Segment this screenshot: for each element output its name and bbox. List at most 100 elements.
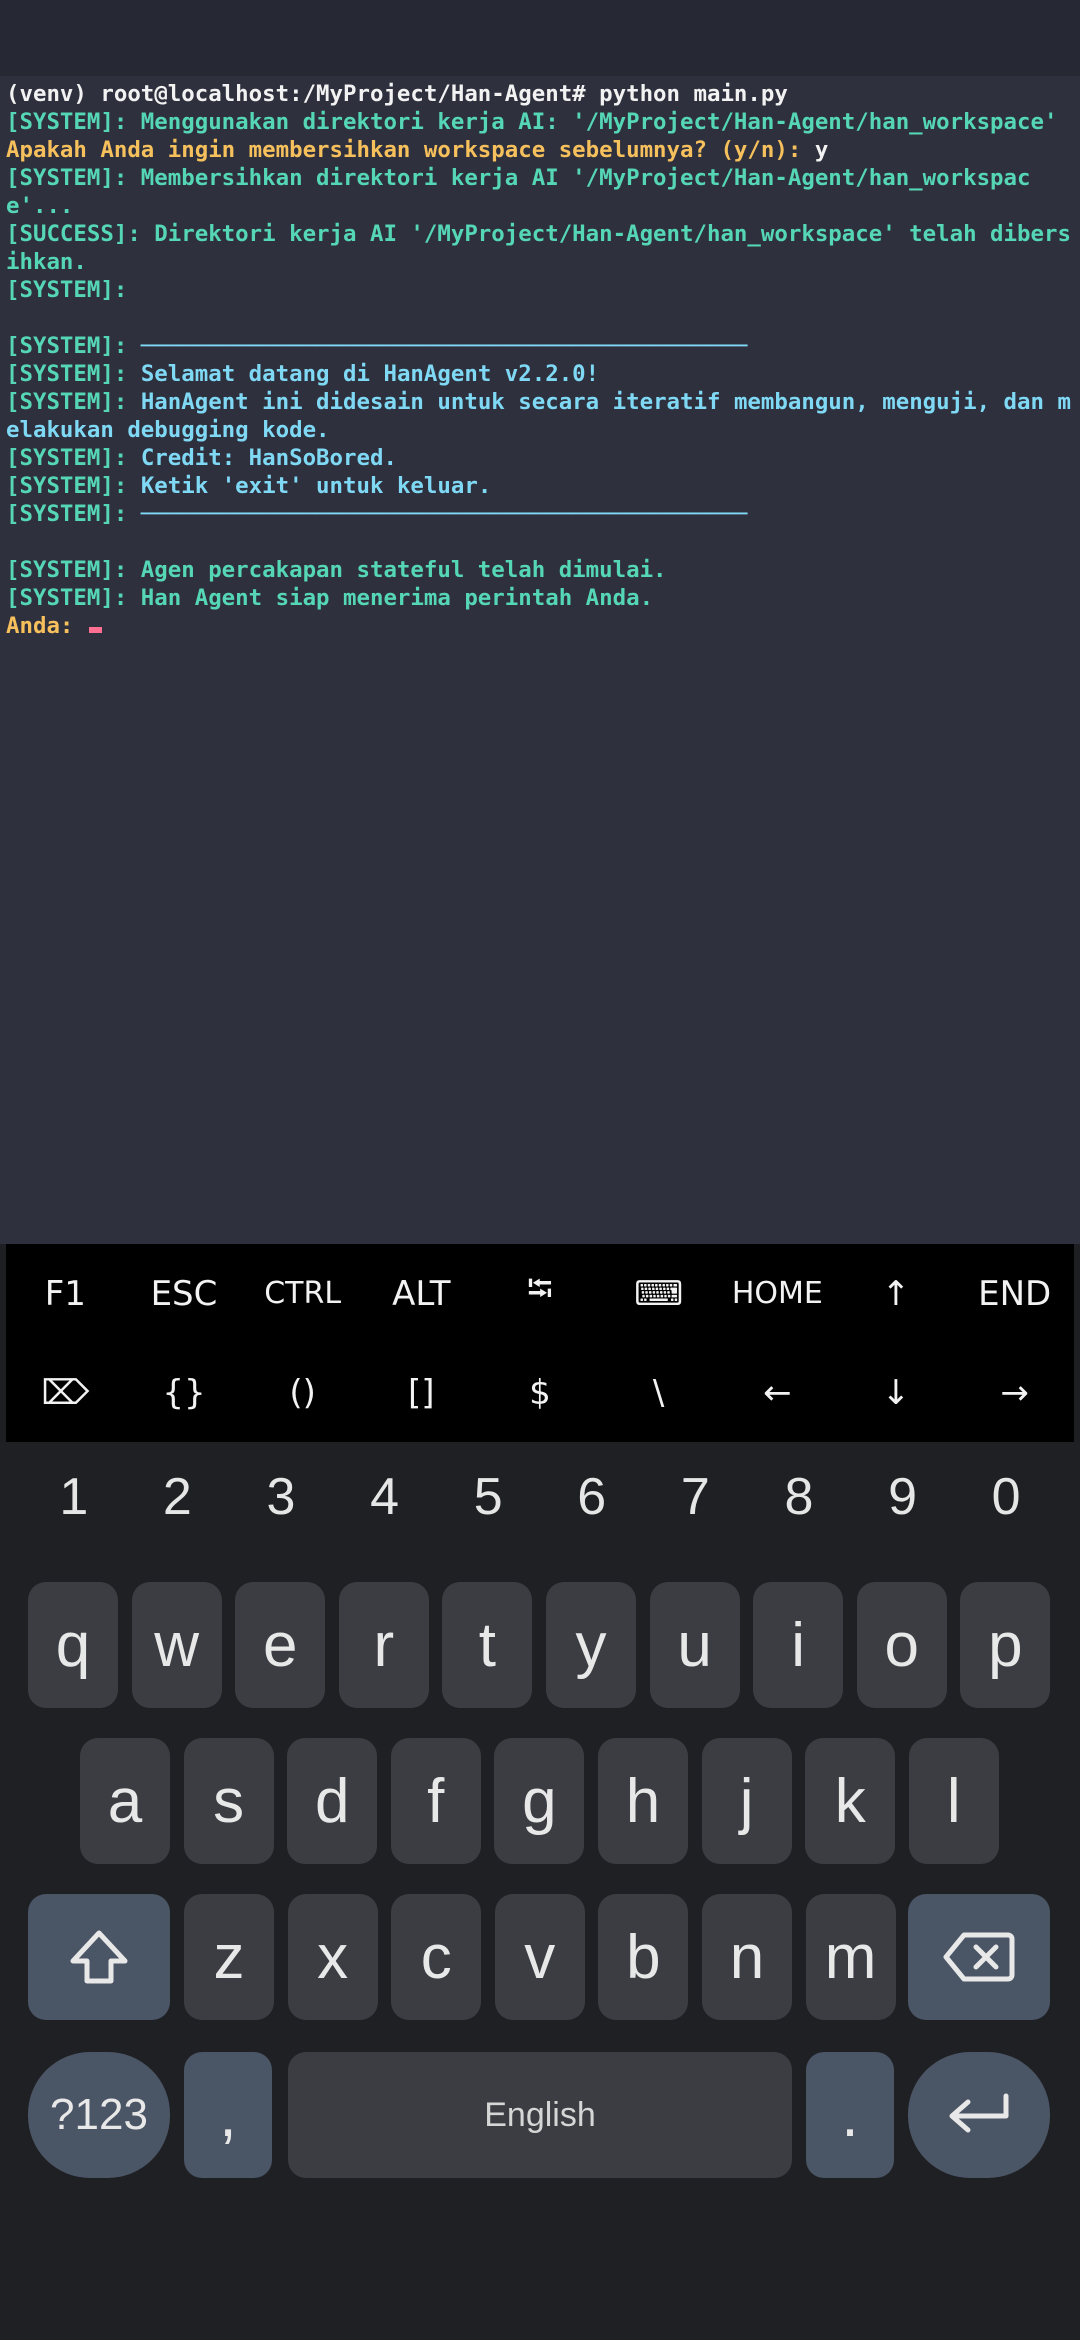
key-label: e <box>262 1610 298 1680</box>
home-key[interactable]: HOME <box>718 1244 837 1343</box>
brackets-key-label: [] <box>408 1372 435 1413</box>
number-key-5[interactable]: 5 <box>444 1462 532 1532</box>
ctrl-key-label: CTRL <box>264 1276 342 1311</box>
shift-icon <box>70 1930 128 1984</box>
key-label: s <box>213 1766 245 1836</box>
key-k[interactable]: k <box>805 1738 896 1864</box>
status-bar <box>0 0 1080 76</box>
key-v[interactable]: v <box>494 1894 585 2020</box>
key-label: g <box>522 1766 557 1836</box>
prompt-label: Anda: <box>6 613 87 639</box>
tab-key[interactable]: ⭾ <box>481 1244 600 1343</box>
brackets-key[interactable]: [] <box>362 1343 481 1442</box>
up-arrow-key[interactable]: ↑ <box>837 1244 956 1343</box>
key-d[interactable]: d <box>287 1738 378 1864</box>
navigation-bar <box>0 2282 1080 2340</box>
number-key-3[interactable]: 3 <box>237 1462 325 1532</box>
backspace-key[interactable] <box>908 1894 1050 2020</box>
terminal-line-text: [SYSTEM]: <box>6 501 141 527</box>
braces-key-label: {} <box>162 1372 206 1413</box>
f1-key-label: F1 <box>44 1273 86 1314</box>
key-x[interactable]: x <box>287 1894 378 2020</box>
delete-key[interactable]: ⌦ <box>6 1343 125 1442</box>
parens-key-label: () <box>289 1372 316 1413</box>
key-label: t <box>478 1610 496 1680</box>
terminal-line: [SYSTEM]: Membersihkan direktori kerja A… <box>6 164 1074 220</box>
key-j[interactable]: j <box>701 1738 792 1864</box>
key-p[interactable]: p <box>960 1582 1051 1708</box>
symbols-key[interactable]: ?123 <box>28 2052 170 2178</box>
alt-key[interactable]: ALT <box>362 1244 481 1343</box>
space-key[interactable]: English <box>288 2052 792 2178</box>
key-c[interactable]: c <box>391 1894 482 2020</box>
terminal-line-text: [SYSTEM]: <box>6 389 141 415</box>
terminal-line-message: HanAgent ini didesain untuk secara itera… <box>6 389 1071 443</box>
key-label: f <box>427 1766 445 1836</box>
terminal-line: [SUCCESS]: Direktori kerja AI '/MyProjec… <box>6 220 1074 276</box>
key-q[interactable]: q <box>28 1582 118 1708</box>
key-l[interactable]: l <box>908 1738 999 1864</box>
key-t[interactable]: t <box>442 1582 533 1708</box>
braces-key[interactable]: {} <box>125 1343 244 1442</box>
right-arrow-key[interactable]: → <box>955 1343 1074 1442</box>
key-r[interactable]: r <box>338 1582 429 1708</box>
key-f[interactable]: f <box>390 1738 481 1864</box>
key-y[interactable]: y <box>546 1582 636 1708</box>
key-i[interactable]: i <box>753 1582 844 1708</box>
dollar-key[interactable]: $ <box>481 1343 600 1442</box>
prompt-line[interactable]: Anda: <box>6 612 1074 640</box>
key-label: c <box>420 1922 452 1992</box>
backslash-key[interactable]: \ <box>599 1343 718 1442</box>
left-arrow-key[interactable]: ← <box>718 1343 837 1442</box>
number-key-7[interactable]: 7 <box>651 1462 739 1532</box>
f1-key[interactable]: F1 <box>6 1244 125 1343</box>
comma-key[interactable]: , <box>184 2052 272 2178</box>
number-key-8[interactable]: 8 <box>755 1462 843 1532</box>
key-u[interactable]: u <box>649 1582 740 1708</box>
number-key-1[interactable]: 1 <box>30 1462 118 1532</box>
terminal-view[interactable]: (venv) root@localhost:/MyProject/Han-Age… <box>0 76 1080 1244</box>
left-arrow-key-label: ← <box>763 1372 792 1413</box>
terminal-line-text: [SYSTEM]: <box>6 361 141 387</box>
esc-key[interactable]: ESC <box>125 1244 244 1343</box>
terminal-line: [SYSTEM]: Ketik 'exit' untuk keluar. <box>6 472 1074 500</box>
parens-key[interactable]: () <box>243 1343 362 1442</box>
terminal-line-message: Selamat datang di HanAgent v2.2.0! <box>140 361 600 387</box>
key-e[interactable]: e <box>235 1582 326 1708</box>
down-arrow-key[interactable]: ↓ <box>837 1343 956 1442</box>
shift-key[interactable] <box>28 1894 170 2020</box>
key-g[interactable]: g <box>494 1738 585 1864</box>
key-label: m <box>824 1922 877 1992</box>
key-label: w <box>154 1610 199 1680</box>
key-o[interactable]: o <box>856 1582 947 1708</box>
terminal-line: [SYSTEM]: <box>6 276 1074 304</box>
terminal-line-message: Ketik 'exit' untuk keluar. <box>140 473 492 499</box>
key-s[interactable]: s <box>183 1738 274 1864</box>
terminal-line-message: ────────────────────────────────────────… <box>140 501 748 527</box>
right-arrow-key-label: → <box>1000 1372 1029 1413</box>
period-key[interactable]: . <box>806 2052 894 2178</box>
period-key-label: . <box>841 2080 859 2150</box>
keyboard-toggle-key[interactable]: ⌨ <box>599 1244 718 1343</box>
key-w[interactable]: w <box>131 1582 222 1708</box>
number-key-0[interactable]: 0 <box>962 1462 1050 1532</box>
number-key-9[interactable]: 9 <box>859 1462 947 1532</box>
key-z[interactable]: z <box>184 1894 274 2020</box>
number-key-6[interactable]: 6 <box>548 1462 636 1532</box>
ctrl-key[interactable]: CTRL <box>243 1244 362 1343</box>
number-key-4[interactable]: 4 <box>341 1462 429 1532</box>
up-arrow-key-label: ↑ <box>881 1273 911 1314</box>
key-n[interactable]: n <box>702 1894 792 2020</box>
key-m[interactable]: m <box>805 1894 896 2020</box>
comma-key-label: , <box>219 2080 237 2150</box>
key-label: d <box>314 1766 350 1836</box>
terminal-line-text: [SYSTEM]: <box>6 445 141 471</box>
number-key-2[interactable]: 2 <box>133 1462 221 1532</box>
key-b[interactable]: b <box>598 1894 689 2020</box>
key-a[interactable]: a <box>80 1738 170 1864</box>
end-key[interactable]: END <box>955 1244 1074 1343</box>
key-h[interactable]: h <box>598 1738 688 1864</box>
terminal-line-text: [SYSTEM]: <box>6 333 141 359</box>
enter-key[interactable] <box>908 2052 1050 2178</box>
